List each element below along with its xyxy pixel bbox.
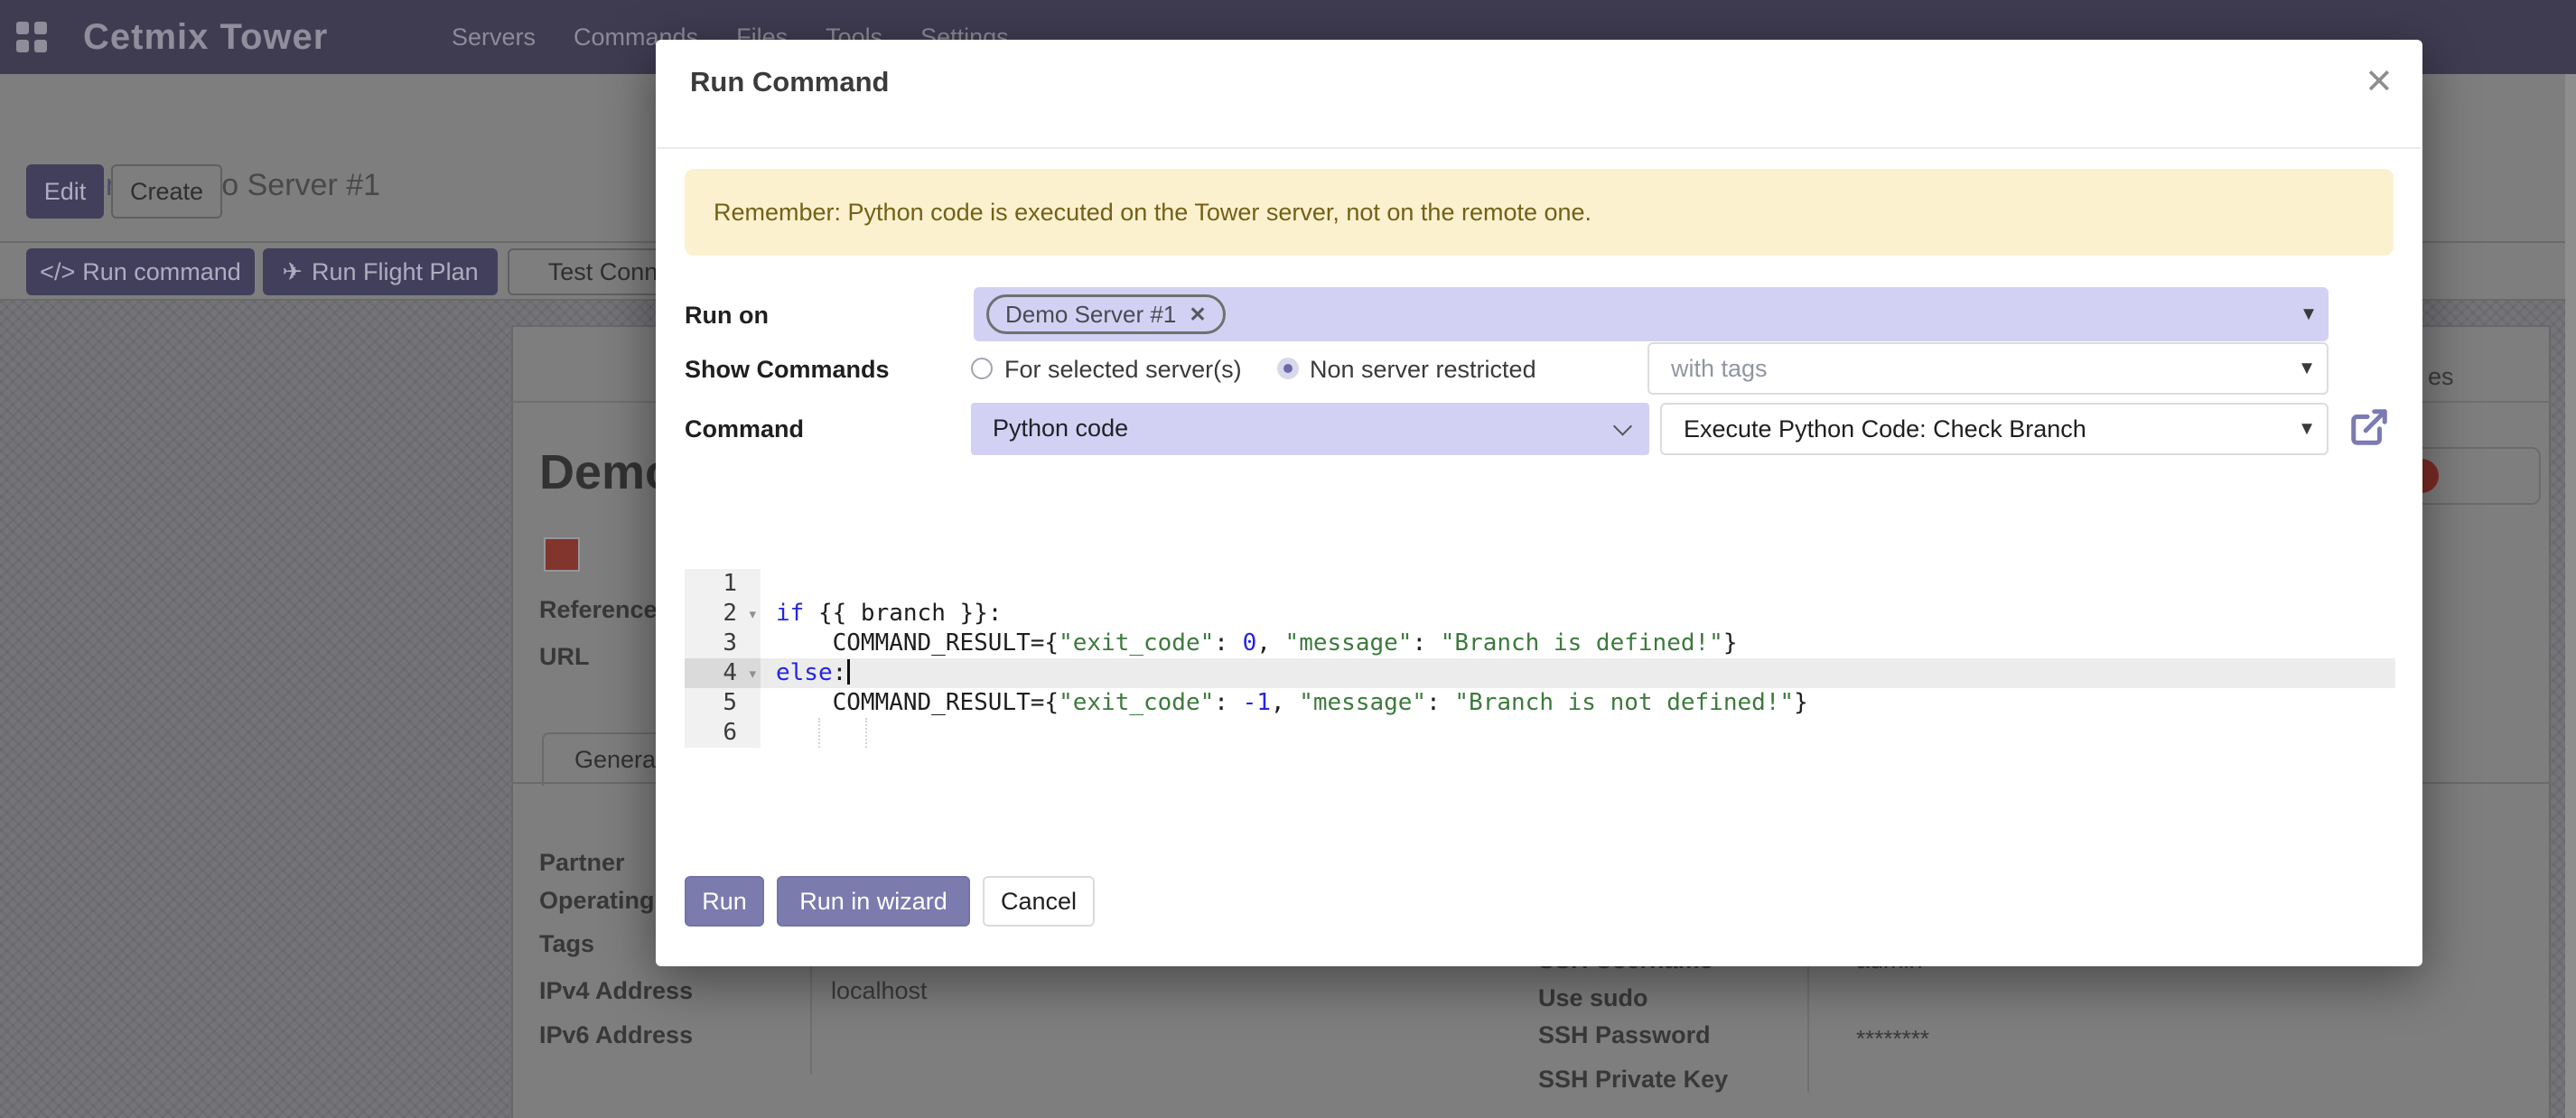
partner-label: Partner (539, 849, 625, 877)
plane-icon: ✈ (282, 258, 303, 286)
editor-code-area[interactable]: if {{ branch }}: COMMAND_RESULT={"exit_c… (761, 569, 2395, 748)
gutter-line-number-active: 4▾ (685, 658, 761, 688)
radio-for-selected-servers-label[interactable]: For selected server(s) (1004, 356, 1242, 384)
ssh-private-key-label: SSH Private Key (1538, 1066, 1728, 1094)
screen: Cetmix Tower Servers Commands Files Tool… (0, 0, 2576, 1118)
scrollbar-track[interactable] (2565, 74, 2576, 1118)
code-line-3: COMMAND_RESULT={"exit_code": 0, "message… (761, 629, 2395, 658)
cancel-button[interactable]: Cancel (983, 876, 1095, 927)
ipv4-value: localhost (831, 977, 928, 1005)
gutter-line-number: 1 (685, 569, 761, 599)
tags-filter-combobox[interactable]: with tags ▾ (1647, 342, 2329, 395)
smart-button-fragment[interactable]: es (2428, 363, 2454, 391)
gutter-line-number: 2▾ (685, 599, 761, 629)
run-flight-plan-button[interactable]: ✈ Run Flight Plan (263, 248, 498, 295)
show-commands-label: Show Commands (685, 356, 890, 384)
server-tag-label: Demo Server #1 (1005, 301, 1176, 329)
use-sudo-label: Use sudo (1538, 984, 1648, 1012)
chevron-down-icon (1613, 416, 1632, 435)
run-on-multiselect[interactable]: Demo Server #1 ✕ ▾ (974, 287, 2329, 341)
radio-non-server-restricted-label[interactable]: Non server restricted (1310, 356, 1536, 384)
menu-item-servers[interactable]: Servers (452, 23, 536, 51)
run-in-wizard-button[interactable]: Run in wizard (777, 876, 970, 927)
create-button[interactable]: Create (111, 164, 222, 219)
tags-label: Tags (539, 930, 594, 958)
chevron-down-icon[interactable]: ▾ (2301, 354, 2312, 380)
radio-non-server-restricted[interactable] (1277, 358, 1299, 379)
gutter-line-number: 6 (685, 718, 761, 748)
gutter-line-number: 3 (685, 629, 761, 658)
modal-header-divider (658, 147, 2421, 149)
code-line-5: COMMAND_RESULT={"exit_code": -1, "messag… (761, 688, 2395, 718)
reference-label: Reference (539, 596, 658, 624)
color-swatch[interactable] (544, 537, 580, 572)
command-label: Command (685, 415, 804, 443)
editor-gutter: 1 2▾ 3 4▾ 5 6 (685, 569, 761, 748)
radio-for-selected-servers[interactable] (971, 358, 993, 379)
fold-caret-icon[interactable]: ▾ (749, 600, 756, 629)
code-line-2: if {{ branch }}: (761, 599, 2395, 629)
ipv6-label: IPv6 Address (539, 1021, 693, 1049)
chevron-down-icon[interactable]: ▾ (2301, 415, 2312, 441)
run-command-action-label: Run command (82, 258, 241, 286)
fold-caret-icon[interactable]: ▾ (749, 659, 756, 689)
app-brand[interactable]: Cetmix Tower (83, 0, 328, 74)
command-type-value: Python code (993, 415, 1128, 443)
url-label: URL (539, 643, 590, 671)
alert-text: Remember: Python code is executed on the… (714, 199, 1591, 227)
remove-tag-icon[interactable]: ✕ (1189, 303, 1206, 327)
indent-guide (818, 718, 820, 748)
text-cursor (847, 659, 850, 685)
code-editor[interactable]: 1 2▾ 3 4▾ 5 6 if {{ branch }}: COMMAND_R… (685, 569, 2395, 750)
code-line-6 (761, 718, 2395, 748)
code-icon: </> (40, 258, 75, 286)
run-button[interactable]: Run (685, 876, 764, 927)
ssh-password-masked-value: ******** (1856, 1025, 1929, 1053)
indent-guide (865, 718, 867, 748)
run-on-label: Run on (685, 302, 769, 330)
code-line-4-active: else: (761, 658, 2395, 688)
server-tag[interactable]: Demo Server #1 ✕ (986, 294, 1226, 334)
command-reference-value: Execute Python Code: Check Branch (1684, 415, 2086, 443)
ipv4-label: IPv4 Address (539, 977, 693, 1005)
ssh-password-label: SSH Password (1538, 1021, 1711, 1049)
command-type-select[interactable]: Python code (971, 403, 1649, 455)
run-command-action-button[interactable]: </> Run command (26, 248, 255, 295)
server-title-fragment: Demo (539, 444, 675, 500)
tags-filter-placeholder: with tags (1671, 355, 1768, 383)
gutter-line-number: 5 (685, 688, 761, 718)
external-link-icon[interactable] (2348, 406, 2390, 452)
close-icon[interactable]: ✕ (2359, 56, 2399, 107)
run-flight-plan-label: Run Flight Plan (312, 258, 479, 286)
code-line-1 (761, 569, 2395, 599)
command-reference-combobox[interactable]: Execute Python Code: Check Branch ▾ (1660, 403, 2329, 455)
edit-button[interactable]: Edit (26, 164, 104, 219)
apps-menu-icon[interactable] (16, 22, 47, 52)
operating-system-label-fragment: Operating (539, 887, 655, 915)
chevron-down-icon[interactable]: ▾ (2303, 300, 2314, 326)
python-warning-alert: Remember: Python code is executed on the… (685, 169, 2394, 256)
modal-title: Run Command (690, 66, 889, 98)
